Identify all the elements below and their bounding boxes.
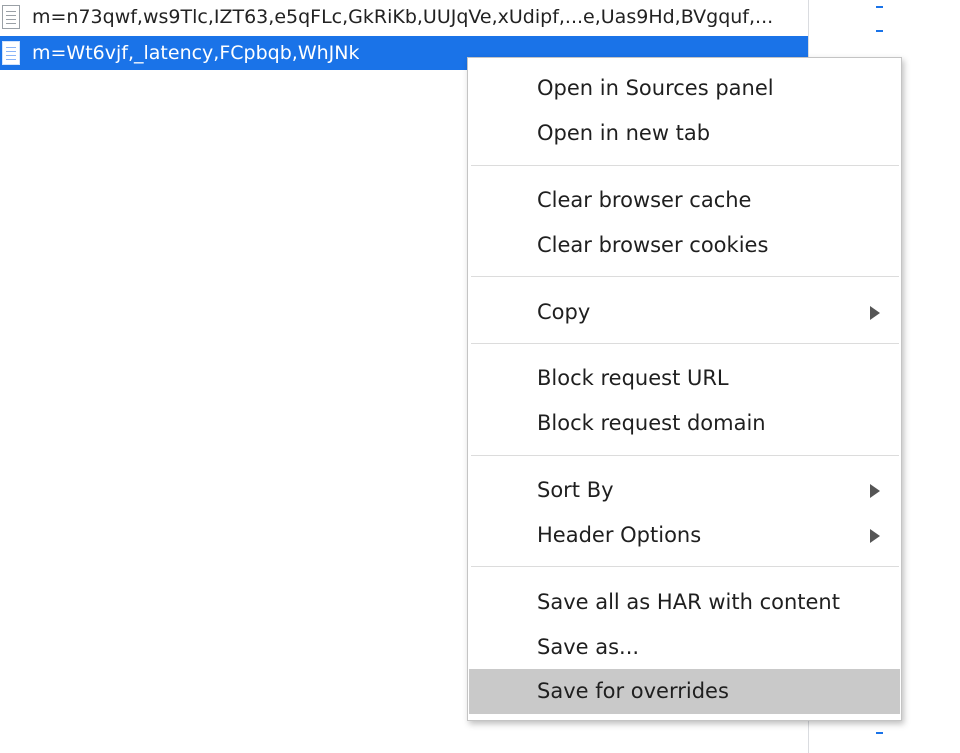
menu-item-label: Sort By — [537, 478, 614, 502]
menu-separator — [471, 455, 899, 456]
menu-item-copy[interactable]: Copy — [469, 290, 900, 335]
menu-separator — [471, 165, 899, 166]
menu-item-label: Open in Sources panel — [537, 76, 774, 100]
menu-separator — [471, 276, 899, 277]
menu-item-open-in-sources-panel[interactable]: Open in Sources panel — [469, 66, 900, 111]
menu-item-clear-browser-cache[interactable]: Clear browser cache — [469, 178, 900, 223]
waterfall-bar — [876, 30, 883, 32]
menu-item-save-for-overrides[interactable]: Save for overrides — [469, 669, 900, 714]
submenu-arrow-icon — [870, 306, 880, 320]
menu-item-sort-by[interactable]: Sort By — [469, 468, 900, 513]
menu-item-header-options[interactable]: Header Options — [469, 513, 900, 558]
devtools-network-panel: m=n73qwf,ws9Tlc,IZT63,e5qFLc,GkRiKb,UUJq… — [0, 0, 960, 753]
menu-item-label: Clear browser cache — [537, 188, 752, 212]
menu-item-block-request-url[interactable]: Block request URL — [469, 356, 900, 401]
document-icon — [2, 5, 20, 29]
request-name: m=n73qwf,ws9Tlc,IZT63,e5qFLc,GkRiKb,UUJq… — [32, 6, 774, 28]
menu-item-save-all-as-har[interactable]: Save all as HAR with content — [469, 580, 900, 625]
menu-separator — [471, 343, 899, 344]
menu-item-label: Open in new tab — [537, 121, 711, 145]
waterfall-bar — [876, 732, 883, 734]
menu-item-block-request-domain[interactable]: Block request domain — [469, 401, 900, 446]
submenu-arrow-icon — [870, 529, 880, 543]
menu-item-open-in-new-tab[interactable]: Open in new tab — [469, 111, 900, 156]
menu-item-save-as[interactable]: Save as... — [469, 625, 900, 670]
document-icon — [2, 41, 20, 65]
menu-item-label: Clear browser cookies — [537, 233, 769, 257]
menu-item-label: Copy — [537, 300, 591, 324]
request-row[interactable]: m=n73qwf,ws9Tlc,IZT63,e5qFLc,GkRiKb,UUJq… — [0, 0, 808, 34]
context-menu: Open in Sources panel Open in new tab Cl… — [467, 57, 902, 721]
menu-item-label: Block request domain — [537, 411, 766, 435]
menu-item-label: Save for overrides — [537, 679, 729, 703]
menu-separator — [471, 566, 899, 567]
waterfall-bar — [876, 6, 883, 8]
menu-item-label: Save as... — [537, 635, 640, 659]
request-name: m=Wt6vjf,_latency,FCpbqb,WhJNk — [32, 42, 360, 64]
menu-item-label: Block request URL — [537, 366, 729, 390]
submenu-arrow-icon — [870, 484, 880, 498]
menu-item-label: Header Options — [537, 523, 702, 547]
menu-item-clear-browser-cookies[interactable]: Clear browser cookies — [469, 223, 900, 268]
menu-item-label: Save all as HAR with content — [537, 590, 840, 614]
